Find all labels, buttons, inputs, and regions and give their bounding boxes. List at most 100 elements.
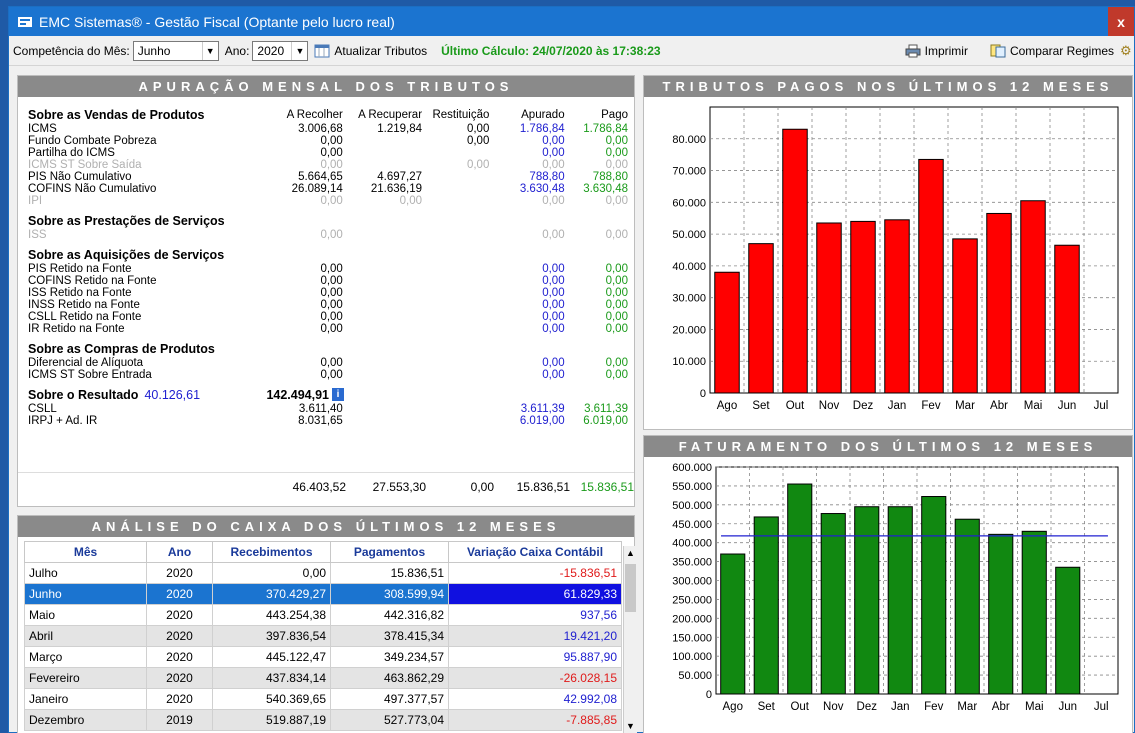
scroll-thumb[interactable] bbox=[625, 564, 636, 612]
tax-row: IRPJ + Ad. IR 8.031,65 6.019,00 6.019,00 bbox=[28, 415, 628, 427]
tax-apurado: 0,00 bbox=[542, 263, 565, 275]
col-mes[interactable]: Mês bbox=[24, 541, 147, 563]
y-tick-label: 500.000 bbox=[672, 500, 712, 512]
competencia-select[interactable]: Junho ▼ bbox=[132, 40, 219, 61]
x-tick-label: Jul bbox=[1094, 400, 1109, 412]
cash-cell-rec: 443.254,38 bbox=[212, 604, 331, 626]
cash-cell-rec: 0,00 bbox=[212, 562, 331, 584]
section-header: Sobre as Compras de Produtos bbox=[28, 341, 628, 357]
close-button[interactable]: x bbox=[1108, 7, 1134, 36]
tax-label: ISS Retido na Fonte bbox=[28, 287, 132, 299]
tributos-chart-panel: TRIBUTOS PAGOS NOS ÚLTIMOS 12 MESES 0 10.… bbox=[643, 75, 1133, 430]
x-tick-label: Abr bbox=[990, 400, 1008, 412]
bar-dez bbox=[854, 506, 880, 695]
ano-value: 2020 bbox=[257, 43, 285, 58]
apuracao-totals: 46.403,52 27.553,30 0,00 15.836,51 15.83… bbox=[18, 472, 634, 500]
cash-row[interactable]: Fevereiro 2020 437.834,14 463.862,29 -26.028… bbox=[24, 667, 622, 689]
y-tick-label: 150.000 bbox=[672, 632, 712, 644]
bar-ago bbox=[714, 271, 740, 394]
comparar-button[interactable]: Comparar Regimes bbox=[990, 44, 1114, 58]
tax-recuperar bbox=[343, 415, 422, 427]
y-tick-label: 10.000 bbox=[672, 356, 706, 368]
info-icon[interactable]: i bbox=[332, 388, 344, 401]
total-restituicao: 0,00 bbox=[470, 479, 494, 494]
scroll-down-icon[interactable]: ▼ bbox=[624, 719, 637, 733]
cash-cell-mes: Março bbox=[24, 646, 147, 668]
apuracao-title: APURAÇÃO MENSAL DOS TRIBUTOS bbox=[18, 76, 634, 97]
x-tick-label: Jan bbox=[888, 400, 907, 412]
bar-ago bbox=[720, 553, 746, 695]
tax-label: Partilha do ICMS bbox=[28, 147, 115, 159]
imprimir-button[interactable]: Imprimir bbox=[905, 44, 968, 58]
cash-row[interactable]: Março 2020 445.122,47 349.234,57 95.887,90 bbox=[24, 646, 622, 668]
tax-pago: 0,00 bbox=[605, 369, 628, 381]
cash-row[interactable]: Maio 2020 443.254,38 442.316,82 937,56 bbox=[24, 604, 622, 626]
tax-pago: 788,80 bbox=[592, 171, 628, 183]
section-title: Sobre as Vendas de Produtos bbox=[28, 108, 205, 122]
cash-cell-rec: 519.887,19 bbox=[212, 709, 331, 731]
cash-row[interactable]: Julho 2020 0,00 15.836,51 -15.836,51 bbox=[24, 562, 622, 584]
tax-apurado: 0,00 bbox=[542, 159, 565, 171]
x-tick-label: Set bbox=[752, 400, 770, 412]
cash-row[interactable]: Dezembro 2019 519.887,19 527.773,04 -7.885,8… bbox=[24, 709, 622, 731]
x-tick-label: Fev bbox=[924, 701, 943, 713]
tax-apurado: 6.019,00 bbox=[519, 415, 565, 427]
tax-restituicao bbox=[422, 403, 489, 415]
cash-cell-ano: 2020 bbox=[146, 667, 213, 689]
tax-apurado: 3.630,48 bbox=[519, 183, 565, 195]
tax-row: CSLL Retido na Fonte 0,00 0,00 0,00 bbox=[28, 311, 628, 323]
column-header: A Recolher bbox=[286, 109, 343, 121]
tax-row: COFINS Não Cumulativo 26.089,14 21.636,19 3… bbox=[28, 183, 628, 195]
col-pagamentos[interactable]: Pagamentos bbox=[330, 541, 449, 563]
tax-restituicao bbox=[422, 147, 489, 159]
cash-row[interactable]: Janeiro 2020 540.369,65 497.377,57 42.992,08 bbox=[24, 688, 622, 710]
tax-pago: 0,00 bbox=[605, 287, 628, 299]
x-tick-label: Nov bbox=[819, 400, 840, 412]
tax-recolher: 0,00 bbox=[320, 369, 343, 381]
cash-cell-pag: 527.773,04 bbox=[330, 709, 449, 731]
tax-label: ICMS ST Sobre Entrada bbox=[28, 369, 152, 381]
bar-mai bbox=[1020, 200, 1046, 394]
y-tick-label: 40.000 bbox=[672, 261, 706, 273]
cash-cell-mes: Janeiro bbox=[24, 688, 147, 710]
cash-row[interactable]: Junho 2020 370.429,27 308.599,94 61.829,33 bbox=[24, 583, 622, 605]
bar-jun bbox=[1054, 244, 1080, 394]
col-recebimentos[interactable]: Recebimentos bbox=[212, 541, 331, 563]
tax-recolher: 5.664,65 bbox=[298, 171, 343, 183]
column-header: Pago bbox=[601, 109, 628, 121]
col-variacao[interactable]: Variação Caixa Contábil bbox=[448, 541, 622, 563]
bar-set bbox=[748, 243, 774, 394]
x-tick-label: Out bbox=[790, 701, 809, 713]
calendar-icon bbox=[314, 44, 330, 58]
y-tick-label: 70.000 bbox=[672, 166, 706, 178]
ano-select[interactable]: 2020 ▼ bbox=[252, 40, 309, 61]
x-tick-label: Mai bbox=[1024, 400, 1043, 412]
app-icon bbox=[17, 14, 33, 30]
tax-pago: 0,00 bbox=[605, 263, 628, 275]
faturamento-chart-panel: FATURAMENTO DOS ÚLTIMOS 12 MESES 0 50.000… bbox=[643, 435, 1133, 733]
atualizar-button[interactable]: Atualizar Tributos bbox=[314, 44, 427, 58]
col-ano[interactable]: Ano bbox=[146, 541, 213, 563]
total-recuperar: 27.553,30 bbox=[372, 479, 426, 494]
cash-cell-var: 42.992,08 bbox=[448, 688, 622, 710]
caixa-scrollbar[interactable]: ▲ ▼ bbox=[623, 546, 637, 733]
gear-icon[interactable]: ⚙ bbox=[1120, 43, 1134, 59]
x-tick-label: Mai bbox=[1025, 701, 1044, 713]
tax-restituicao bbox=[422, 183, 489, 195]
cash-cell-pag: 463.862,29 bbox=[330, 667, 449, 689]
scroll-up-icon[interactable]: ▲ bbox=[624, 546, 637, 560]
section-header: Sobre as Aquisições de Serviços bbox=[28, 247, 628, 263]
apuracao-body: Sobre as Vendas de Produtos A Recolher A R… bbox=[18, 97, 634, 427]
tax-apurado: 3.611,39 bbox=[520, 403, 565, 415]
caixa-title: ANÁLISE DO CAIXA DOS ÚLTIMOS 12 MESES bbox=[18, 516, 634, 537]
tax-pago: 0,00 bbox=[605, 357, 628, 369]
bar-fev bbox=[921, 496, 947, 695]
tax-row: Diferencial de Alíquota 0,00 0,00 0,00 bbox=[28, 357, 628, 369]
tax-row: IPI 0,00 0,00 0,00 0,00 bbox=[28, 195, 628, 207]
total-recolher: 46.403,52 bbox=[292, 479, 346, 494]
tax-label: ISS bbox=[28, 229, 47, 241]
x-tick-label: Jan bbox=[891, 701, 910, 713]
cash-row[interactable]: Abril 2020 397.836,54 378.415,34 19.421,20 bbox=[24, 625, 622, 647]
x-tick-label: Abr bbox=[992, 701, 1010, 713]
x-tick-label: Out bbox=[786, 400, 805, 412]
